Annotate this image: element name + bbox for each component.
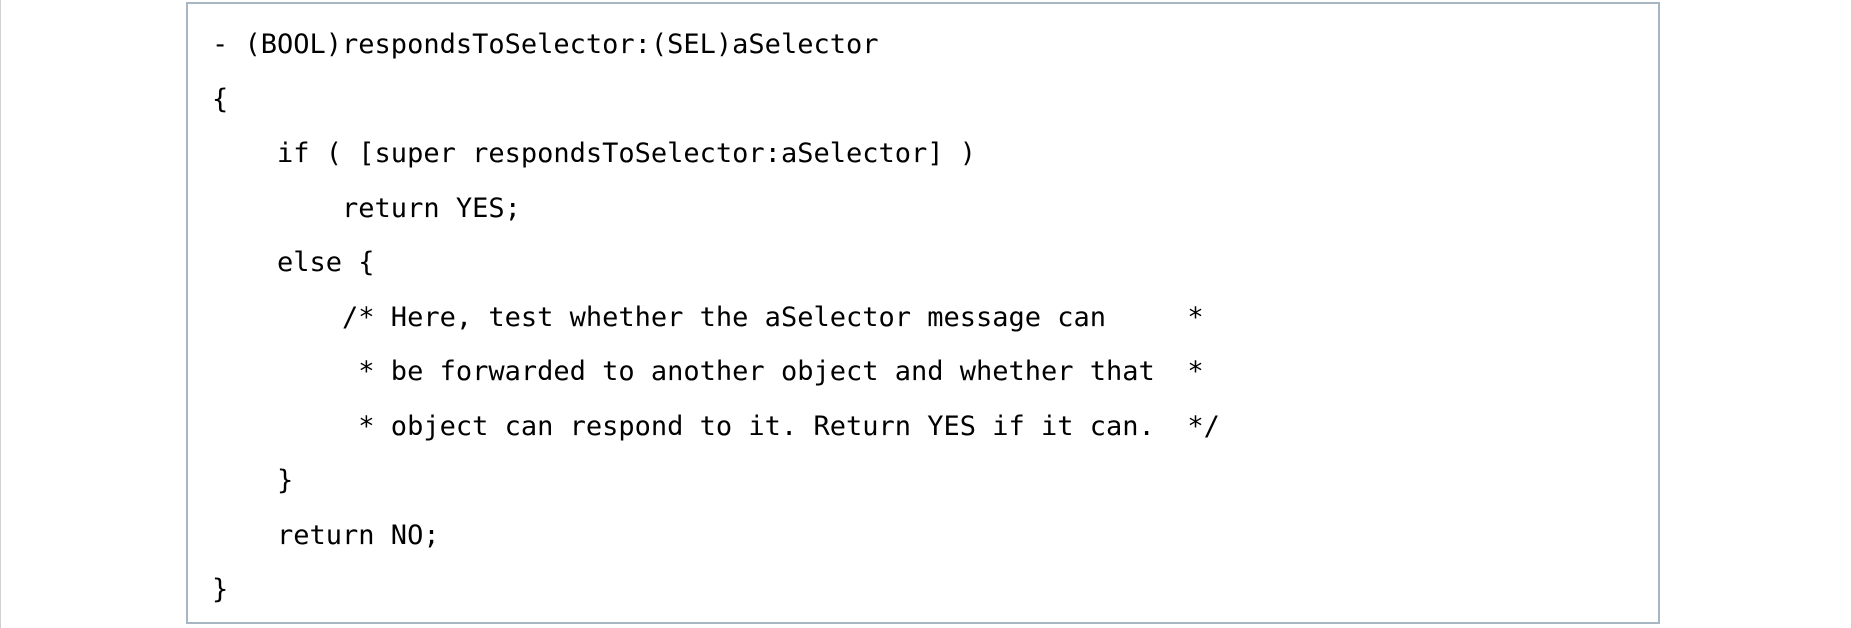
code-lines: - (BOOL)respondsToSelector:(SEL)aSelecto… <box>212 18 1220 618</box>
code-line-3: if ( [super respondsToSelector:aSelector… <box>212 138 977 169</box>
code-line-11: } <box>212 574 229 605</box>
code-line-4: return YES; <box>212 192 521 224</box>
code-line-7: * be forwarded to another object and whe… <box>212 356 1204 387</box>
code-line-6: /* Here, test whether the aSelector mess… <box>212 301 1204 333</box>
code-line-5: else { <box>212 247 375 278</box>
code-line-1: - (BOOL)respondsToSelector:(SEL)aSelecto… <box>212 29 879 60</box>
code-line-8: * object can respond to it. Return YES i… <box>212 410 1220 442</box>
code-line-9: } <box>212 465 294 496</box>
code-line-2: { <box>212 83 229 115</box>
code-listing: - (BOOL)respondsToSelector:(SEL)aSelecto… <box>186 2 1660 624</box>
code-line-10: return NO; <box>212 519 440 551</box>
page-left-edge <box>0 0 1 628</box>
